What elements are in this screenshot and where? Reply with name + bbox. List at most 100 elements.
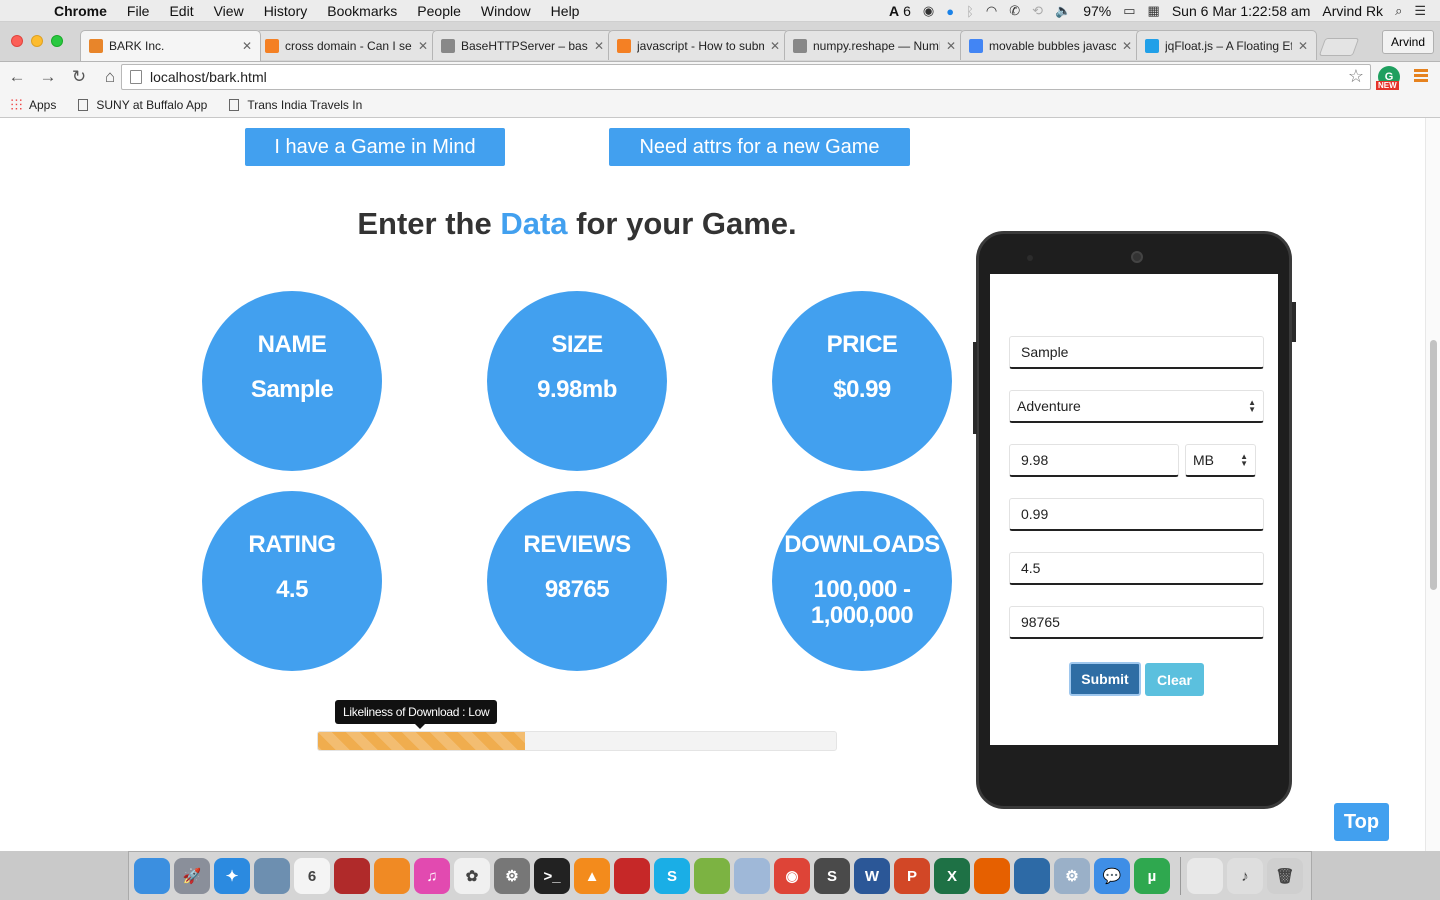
menu-edit[interactable]: Edit	[169, 3, 193, 19]
ibooks-icon[interactable]	[374, 858, 410, 894]
spotlight-search-icon[interactable]: ⌕	[1395, 3, 1402, 19]
app-status-icon[interactable]: ◉	[923, 3, 934, 19]
menu-view[interactable]: View	[214, 3, 244, 19]
close-tab-icon[interactable]: ✕	[418, 39, 428, 53]
submit-button[interactable]: Submit	[1069, 662, 1141, 696]
menu-file[interactable]: File	[127, 3, 150, 19]
browser-tab[interactable]: jqFloat.js – A Floating Ef ✕	[1136, 30, 1317, 60]
menu-history[interactable]: History	[264, 3, 308, 19]
calendar-icon[interactable]: 6	[294, 858, 330, 894]
forward-arrow-icon[interactable]: →	[34, 67, 62, 87]
browser-tab[interactable]: BARK Inc. ✕	[80, 30, 261, 61]
bubble-rating[interactable]: RATING 4.5	[202, 491, 382, 671]
home-icon[interactable]: ⌂	[96, 67, 124, 87]
volume-icon[interactable]: 🔈	[1055, 3, 1071, 19]
trash-icon[interactable]: 🗑	[1267, 858, 1303, 894]
utility-icon[interactable]: ⚙	[1054, 858, 1090, 894]
mysql-workbench-icon[interactable]	[1014, 858, 1050, 894]
menu-bookmarks[interactable]: Bookmarks	[327, 3, 397, 19]
reload-icon[interactable]: ↻	[65, 67, 93, 87]
address-text[interactable]: localhost/bark.html	[150, 69, 267, 85]
shazam-status-icon[interactable]: ●	[946, 4, 954, 19]
browser-tab[interactable]: numpy.reshape — NumP ✕	[784, 30, 965, 60]
skype-icon[interactable]: S	[654, 858, 690, 894]
price-input[interactable]: 0.99	[1009, 498, 1264, 531]
photos-icon[interactable]: ✿	[454, 858, 490, 894]
excel-icon[interactable]: X	[934, 858, 970, 894]
vlc-icon[interactable]: ▲	[574, 858, 610, 894]
close-tab-icon[interactable]: ✕	[242, 39, 252, 53]
time-machine-icon[interactable]: ⟲	[1032, 3, 1043, 19]
browser-tab[interactable]: javascript - How to subm ✕	[608, 30, 789, 60]
red-app-icon[interactable]	[614, 858, 650, 894]
virtualbox-icon[interactable]	[734, 858, 770, 894]
close-tab-icon[interactable]: ✕	[1298, 39, 1308, 53]
name-input[interactable]: Sample	[1009, 336, 1264, 369]
utorrent-icon[interactable]: µ	[1134, 858, 1170, 894]
firefox-icon[interactable]	[974, 858, 1010, 894]
browser-tab[interactable]: cross domain - Can I set ✕	[256, 30, 437, 60]
wifi-icon[interactable]: ◠	[986, 3, 997, 19]
need-attrs-button[interactable]: Need attrs for a new Game	[609, 128, 910, 166]
user-name[interactable]: Arvind Rk	[1322, 3, 1383, 19]
notification-center-icon[interactable]: ☰	[1414, 3, 1426, 19]
size-unit-select[interactable]: MB ▲ ▼	[1185, 444, 1256, 477]
messages-icon[interactable]: 💬	[1094, 858, 1130, 894]
page-scrollbar[interactable]	[1425, 118, 1440, 851]
close-tab-icon[interactable]: ✕	[946, 39, 956, 53]
size-input[interactable]: 9.98	[1009, 444, 1179, 477]
close-tab-icon[interactable]: ✕	[770, 39, 780, 53]
bluetooth-icon[interactable]: ᛒ	[966, 4, 974, 19]
bubble-reviews[interactable]: REVIEWS 98765	[487, 491, 667, 671]
powerpoint-icon[interactable]: P	[894, 858, 930, 894]
battery-icon[interactable]: ▭	[1123, 3, 1135, 19]
music-folder-icon[interactable]: ♪	[1227, 858, 1263, 894]
bookmark-item[interactable]: Apps	[10, 98, 56, 112]
date-picker-icon[interactable]: ▦	[1148, 3, 1160, 19]
sublime-icon[interactable]: S	[814, 858, 850, 894]
system-preferences-icon[interactable]: ⚙	[494, 858, 530, 894]
menu-window[interactable]: Window	[481, 3, 531, 19]
clear-button[interactable]: Clear	[1145, 663, 1204, 696]
chrome-icon[interactable]: ◉	[774, 858, 810, 894]
finder-icon[interactable]	[134, 858, 170, 894]
browser-tab[interactable]: BaseHTTPServer – base ✕	[432, 30, 613, 60]
bubble-price[interactable]: PRICE $0.99	[772, 291, 952, 471]
category-select[interactable]: Adventure ▲ ▼	[1009, 390, 1264, 423]
word-icon[interactable]: W	[854, 858, 890, 894]
itunes-icon[interactable]: ♫	[414, 858, 450, 894]
bookmark-star-icon[interactable]: ☆	[1348, 66, 1364, 87]
menu-help[interactable]: Help	[551, 3, 580, 19]
zoom-window-button[interactable]	[51, 35, 63, 47]
preview-icon[interactable]	[254, 858, 290, 894]
back-arrow-icon[interactable]: ←	[3, 67, 31, 87]
close-tab-icon[interactable]: ✕	[1122, 39, 1132, 53]
reviews-input[interactable]: 98765	[1009, 606, 1264, 639]
bubble-downloads[interactable]: DOWNLOADS 100,000 - 1,000,000	[772, 491, 952, 671]
terminal-icon[interactable]: >_	[534, 858, 570, 894]
launchpad-icon[interactable]: 🚀	[174, 858, 210, 894]
phone-status-icon[interactable]: ✆	[1009, 3, 1020, 19]
bookmark-item[interactable]: SUNY at Buffalo App	[78, 98, 207, 112]
close-tab-icon[interactable]: ✕	[594, 39, 604, 53]
safari-icon[interactable]: ✦	[214, 858, 250, 894]
scrollbar-thumb[interactable]	[1430, 340, 1437, 590]
bubble-size[interactable]: SIZE 9.98mb	[487, 291, 667, 471]
torrent-file-icon[interactable]	[1187, 858, 1223, 894]
minimize-window-button[interactable]	[31, 35, 43, 47]
new-tab-button[interactable]	[1318, 38, 1360, 56]
adobe-status-icon[interactable]: A 6	[889, 3, 911, 19]
bubble-name[interactable]: NAME Sample	[202, 291, 382, 471]
address-bar[interactable]: localhost/bark.html ☆	[121, 64, 1371, 90]
menu-app-name[interactable]: Chrome	[54, 3, 107, 19]
photo-booth-icon[interactable]	[334, 858, 370, 894]
scroll-top-button[interactable]: Top	[1334, 803, 1389, 841]
clock[interactable]: Sun 6 Mar 1:22:58 am	[1172, 3, 1311, 19]
bookmark-item[interactable]: Trans India Travels In	[229, 98, 362, 112]
game-in-mind-button[interactable]: I have a Game in Mind	[245, 128, 505, 166]
chrome-menu-icon[interactable]	[1414, 69, 1428, 84]
menu-people[interactable]: People	[417, 3, 461, 19]
browser-tab[interactable]: movable bubbles javasc ✕	[960, 30, 1141, 60]
android-icon[interactable]	[694, 858, 730, 894]
rating-input[interactable]: 4.5	[1009, 552, 1264, 585]
